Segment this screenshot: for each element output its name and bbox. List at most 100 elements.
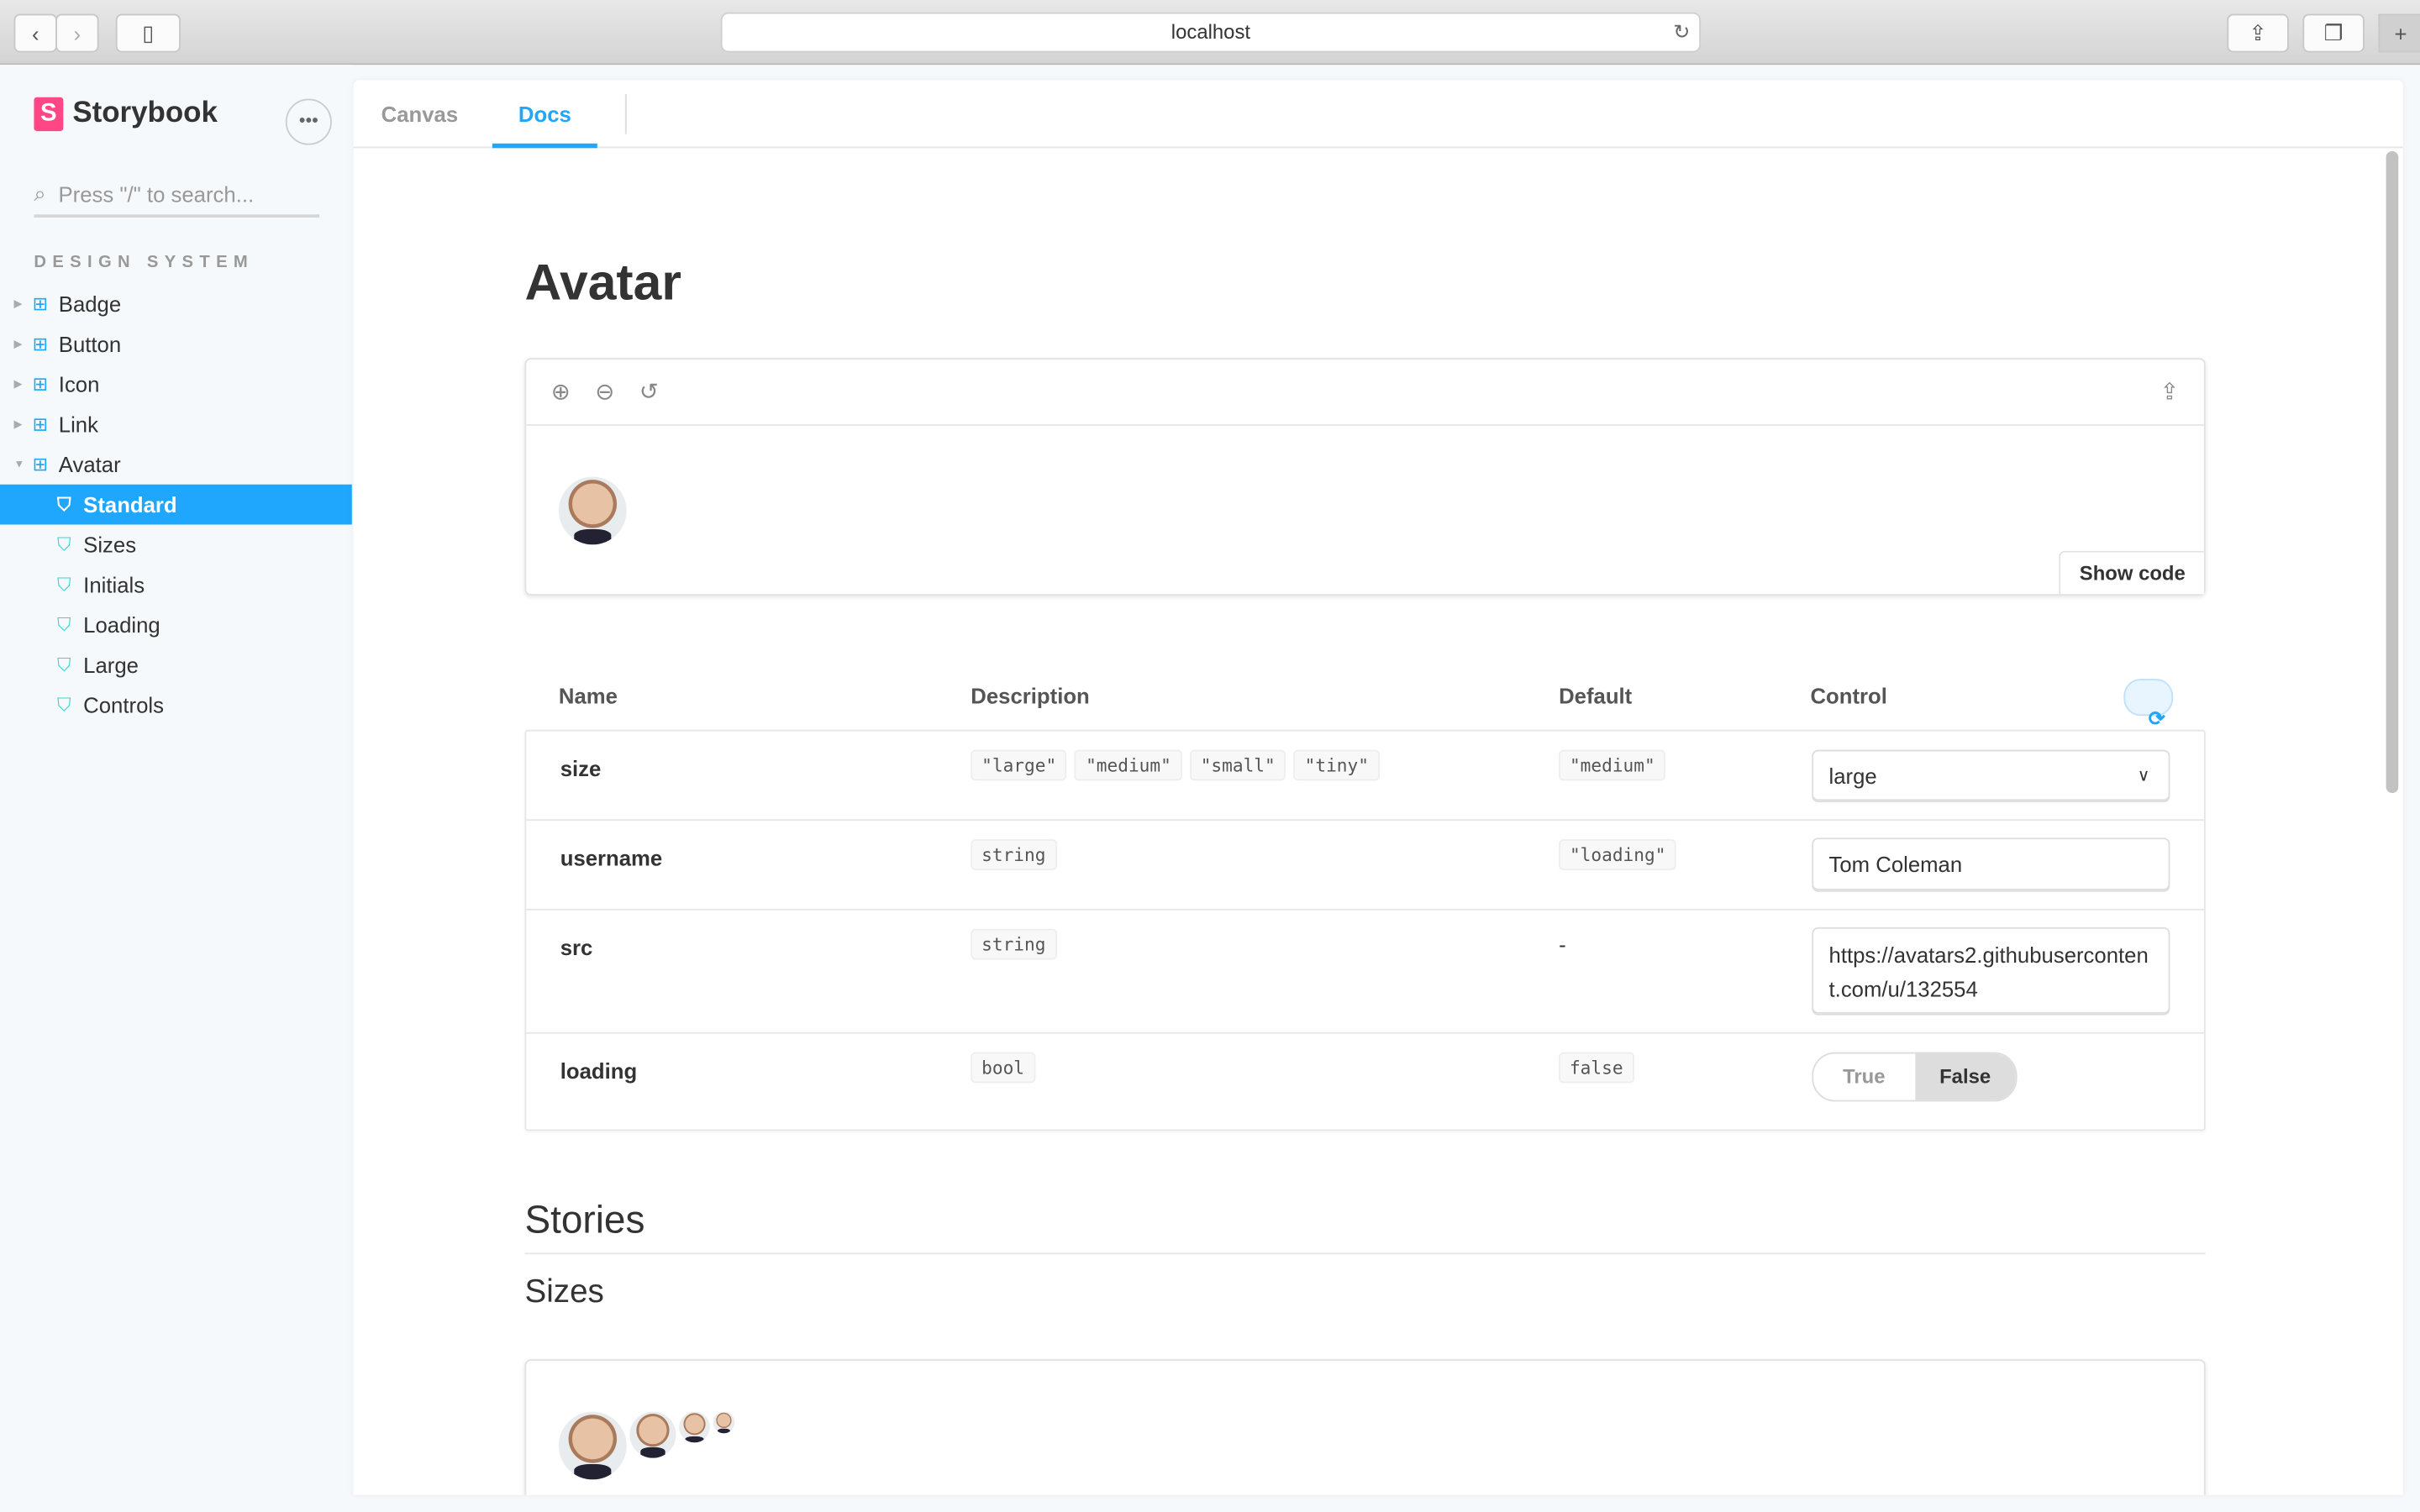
- toggle-true[interactable]: True: [1813, 1053, 1914, 1100]
- search-input[interactable]: ⌕ Press "/" to search...: [34, 173, 320, 218]
- tab-canvas[interactable]: Canvas: [381, 81, 458, 147]
- bookmark-icon: ⛉: [56, 613, 71, 635]
- sidebar-story-controls[interactable]: ⛉ Controls: [0, 685, 352, 726]
- sidebar-item-link[interactable]: ▶ ⊞ Link: [0, 404, 352, 444]
- table-row: username string "loading" Tom Coleman: [526, 821, 2204, 911]
- tabs-button[interactable]: ❐: [2302, 13, 2365, 53]
- scrollbar[interactable]: [2386, 150, 2399, 794]
- code-value: "small": [1189, 749, 1286, 781]
- username-input[interactable]: Tom Coleman: [1812, 837, 2170, 892]
- sidebar-item-label: Controls: [83, 692, 164, 718]
- zoom-in-icon[interactable]: ⊕: [551, 378, 571, 406]
- default-value: -: [1559, 932, 1566, 957]
- sidebar-toggle-button[interactable]: ▯: [115, 13, 181, 53]
- component-icon: ⊞: [32, 373, 49, 396]
- search-placeholder: Press "/" to search...: [58, 181, 255, 207]
- caret-right-icon: ▶: [13, 419, 23, 431]
- caret-right-icon: ▶: [13, 379, 23, 391]
- table-row: loading bool false True False: [526, 1034, 2204, 1130]
- sidebar-story-sizes[interactable]: ⛉ Sizes: [0, 524, 352, 564]
- component-tree: ▶ ⊞ Badge ▶ ⊞ Button ▶ ⊞ Icon ▶ ⊞ Link ▼ ⊞ Avatar ⛉ Stan…: [0, 284, 352, 725]
- code-value: "tiny": [1293, 749, 1380, 781]
- reset-zoom-icon[interactable]: ↺: [639, 378, 659, 406]
- sidebar-item-icon[interactable]: ▶ ⊞ Icon: [0, 364, 352, 404]
- new-tab-button[interactable]: +: [2378, 13, 2420, 53]
- zoom-out-icon[interactable]: ⊖: [595, 378, 614, 406]
- back-button[interactable]: ‹: [13, 13, 57, 53]
- default-value: "medium": [1559, 749, 1666, 781]
- reset-controls-button[interactable]: ⟳: [2123, 679, 2174, 730]
- tab-bar: Canvas Docs: [353, 81, 2403, 149]
- sidebar-story-initials[interactable]: ⛉ Initials: [0, 564, 352, 605]
- bookmark-icon: ⛉: [56, 492, 71, 515]
- sizes-preview: [524, 1359, 2206, 1495]
- code-value: string: [971, 928, 1057, 960]
- code-value: "large": [971, 749, 1068, 781]
- brand-name: Storybook: [72, 97, 218, 130]
- tab-docs[interactable]: Docs: [492, 81, 597, 149]
- loading-toggle[interactable]: True False: [1812, 1052, 2018, 1102]
- chevron-right-icon: ›: [73, 20, 82, 46]
- sidebar-item-avatar[interactable]: ▼ ⊞ Avatar: [0, 444, 352, 485]
- search-icon: ⌕: [34, 180, 46, 206]
- reload-icon[interactable]: ↻: [1673, 14, 1690, 51]
- bookmark-icon: ⛉: [56, 533, 71, 555]
- sidebar-item-label: Icon: [58, 371, 100, 397]
- tabs-icon: ❐: [2323, 19, 2344, 45]
- header-description: Description: [971, 683, 1090, 709]
- prop-name: username: [560, 845, 663, 870]
- props-table: Name Description Default Control ⟳ size …: [524, 662, 2206, 1131]
- sidebar-item-badge[interactable]: ▶ ⊞ Badge: [0, 284, 352, 324]
- chevron-left-icon: ‹: [31, 20, 39, 46]
- code-value: string: [971, 839, 1057, 870]
- bookmark-icon: ⛉: [56, 573, 71, 596]
- component-icon: ⊞: [32, 292, 49, 315]
- bookmark-icon: ⛉: [56, 693, 71, 716]
- browser-toolbar: ‹ › ▯ localhost ↻ ⇪ ❐ +: [0, 0, 2420, 66]
- sidebar-story-loading[interactable]: ⛉ Loading: [0, 605, 352, 645]
- component-icon: ⊞: [32, 453, 49, 475]
- caret-down-icon: ▼: [13, 459, 25, 470]
- forward-button[interactable]: ›: [55, 13, 99, 53]
- url-text: localhost: [1171, 19, 1251, 44]
- sidebar-story-large[interactable]: ⛉ Large: [0, 645, 352, 685]
- share-button[interactable]: ⇪: [2227, 13, 2289, 53]
- prop-description: "large" "medium" "small" "tiny": [971, 749, 1387, 781]
- src-input[interactable]: https://avatars2.githubusercontent.com/u…: [1812, 927, 2170, 1016]
- main-panel: Canvas Docs Avatar ⊕ ⊖ ↺ ⇪ Show code Nam…: [353, 80, 2403, 1495]
- page-title: Avatar: [524, 253, 681, 311]
- section-heading: DESIGN SYSTEM: [34, 253, 255, 272]
- sidebar-story-standard[interactable]: ⛉ Standard: [0, 484, 352, 525]
- divider: [624, 94, 627, 134]
- sidebar-item-label: Standard: [83, 491, 177, 517]
- chevron-down-icon: ∨: [2137, 766, 2150, 785]
- caret-right-icon: ▶: [13, 299, 23, 311]
- header-control: Control: [1810, 683, 1887, 709]
- bookmark-icon: ⛉: [56, 653, 71, 675]
- code-value: bool: [971, 1052, 1035, 1084]
- avatar-small: [679, 1411, 710, 1443]
- sidebar-item-button[interactable]: ▶ ⊞ Button: [0, 324, 352, 365]
- share-icon[interactable]: ⇪: [2160, 378, 2179, 406]
- caret-right-icon: ▶: [13, 339, 23, 350]
- sidebar-item-label: Badge: [58, 291, 122, 317]
- sidebar-item-label: Initials: [83, 572, 145, 597]
- show-code-button[interactable]: Show code: [2059, 550, 2204, 595]
- avatar-large: [558, 1411, 627, 1480]
- menu-button[interactable]: •••: [285, 98, 332, 145]
- story-preview: ⊕ ⊖ ↺ ⇪ Show code: [524, 358, 2206, 596]
- select-value: large: [1828, 764, 1877, 789]
- table-body: size "large" "medium" "small" "tiny" "mediu…: [524, 729, 2206, 1131]
- storybook-logo[interactable]: S Storybook: [34, 97, 218, 132]
- sidebar: [0, 65, 352, 1512]
- prop-name: src: [560, 935, 593, 960]
- table-header: Name Description Default Control ⟳: [524, 662, 2205, 730]
- address-bar[interactable]: localhost ↻: [720, 12, 1702, 53]
- table-row: size "large" "medium" "small" "tiny" "mediu…: [526, 732, 2204, 822]
- share-icon: ⇪: [2249, 19, 2267, 45]
- size-select[interactable]: large ∨: [1812, 749, 2170, 803]
- storybook-icon: S: [34, 97, 64, 132]
- toggle-false[interactable]: False: [1914, 1053, 2016, 1100]
- stories-heading: Stories: [524, 1199, 2206, 1255]
- component-icon: ⊞: [32, 333, 49, 355]
